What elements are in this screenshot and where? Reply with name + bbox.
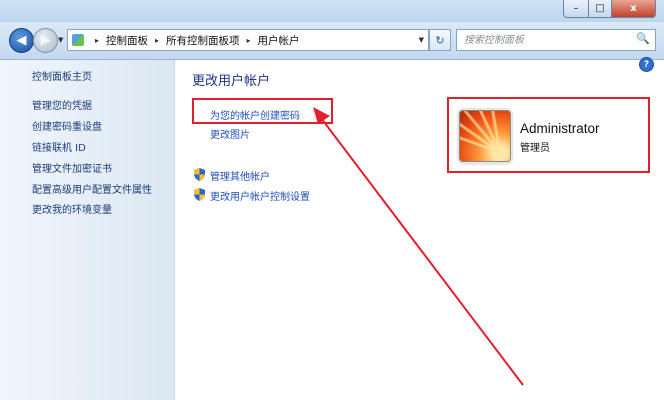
annotation-arrow (313, 107, 524, 386)
